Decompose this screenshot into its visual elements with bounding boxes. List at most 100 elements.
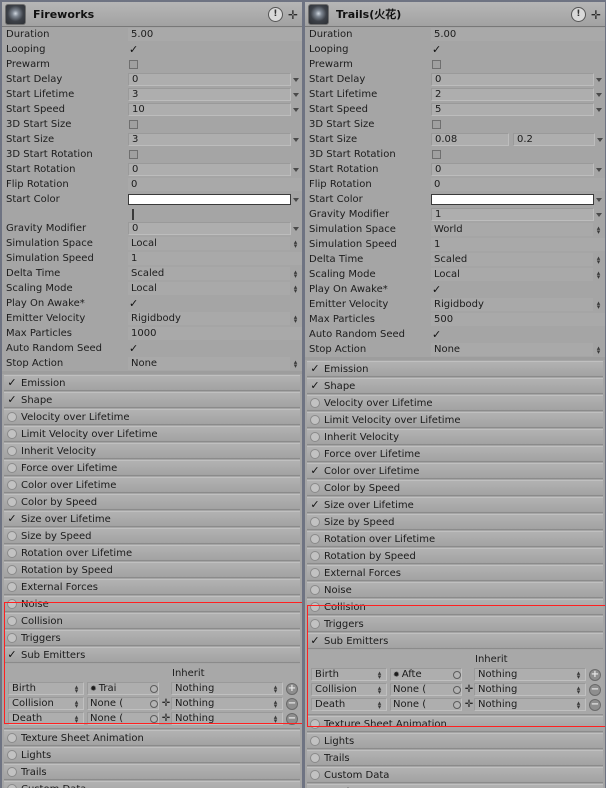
module-checkbox-unchecked[interactable] [7, 599, 17, 609]
object-picker-icon[interactable] [453, 670, 461, 679]
module-row-emission[interactable]: ✓ Emission [307, 361, 603, 377]
updown-arrows-icon[interactable]: ▴ ▾ [376, 669, 383, 680]
checkbox-unchecked[interactable] [432, 150, 441, 159]
sub-emitter-inherit-dropdown[interactable]: Nothing ▴ ▾ [474, 668, 586, 681]
module-checkbox-unchecked[interactable] [7, 548, 17, 558]
add-cross-icon[interactable]: ✛ [161, 698, 171, 709]
module-row-shape[interactable]: ✓ Shape [307, 378, 603, 394]
value-input-max[interactable]: 0.2 [513, 133, 595, 146]
sub-emitter-type-dropdown[interactable]: Birth ▴ ▾ [311, 668, 387, 681]
module-checkbox-unchecked[interactable] [310, 449, 320, 459]
module-row-limit-velocity-over-lifetime[interactable]: Limit Velocity over Lifetime [4, 426, 300, 442]
module-checkbox-checked[interactable]: ✓ [310, 465, 320, 476]
module-checkbox-unchecked[interactable] [7, 412, 17, 422]
module-checkbox-unchecked[interactable] [7, 616, 17, 626]
updown-arrows-icon[interactable]: ▴ ▾ [292, 313, 299, 324]
module-checkbox-unchecked[interactable] [310, 602, 320, 612]
updown-arrows-icon[interactable]: ▴ ▾ [272, 698, 279, 709]
value-input[interactable]: 0 [128, 163, 291, 176]
module-checkbox-unchecked[interactable] [310, 770, 320, 780]
value-input[interactable]: 0 [431, 163, 594, 176]
module-checkbox-unchecked[interactable] [7, 429, 17, 439]
module-checkbox-unchecked[interactable] [7, 446, 17, 456]
module-row-sub-emitters[interactable]: ✓ Sub Emitters [307, 633, 603, 649]
checkbox-unchecked[interactable] [129, 120, 138, 129]
chevron-down-icon[interactable] [596, 197, 602, 202]
checkbox-checked[interactable]: ✓ [129, 343, 138, 354]
add-sub-emitter-button[interactable]: + [286, 682, 298, 695]
module-checkbox-unchecked[interactable] [7, 582, 17, 592]
checkbox-checked[interactable]: ✓ [129, 298, 138, 309]
module-checkbox-checked[interactable]: ✓ [7, 394, 17, 405]
module-row-size-by-speed[interactable]: Size by Speed [4, 528, 300, 544]
value-input[interactable]: 0 [128, 222, 291, 235]
chevron-down-icon[interactable] [293, 226, 299, 231]
sub-emitter-object-field[interactable]: None ( [390, 683, 462, 696]
module-row-renderer[interactable]: ✓Renderer [307, 784, 603, 788]
remove-sub-emitter-button[interactable]: − [589, 683, 601, 696]
sub-emitter-inherit-dropdown[interactable]: Nothing ▴ ▾ [474, 683, 586, 696]
module-row-external-forces[interactable]: External Forces [4, 579, 300, 595]
module-row-emission[interactable]: ✓ Emission [4, 375, 300, 391]
value-input[interactable]: 3 [128, 88, 291, 101]
updown-arrows-icon[interactable]: ▴ ▾ [595, 269, 602, 280]
updown-arrows-icon[interactable]: ▴ ▾ [595, 299, 602, 310]
module-row-external-forces[interactable]: External Forces [307, 565, 603, 581]
module-checkbox-unchecked[interactable] [7, 633, 17, 643]
module-row-inherit-velocity[interactable]: Inherit Velocity [4, 443, 300, 459]
module-row-color-by-speed[interactable]: Color by Speed [4, 494, 300, 510]
checkbox-checked[interactable]: ✓ [129, 44, 138, 55]
updown-arrows-icon[interactable]: ▴ ▾ [292, 358, 299, 369]
chevron-down-icon[interactable] [293, 107, 299, 112]
sub-emitter-object-field[interactable]: None ( [87, 712, 159, 725]
sub-emitter-object-field[interactable]: None ( [390, 698, 462, 711]
start-color-gradient-bar[interactable] [132, 208, 134, 220]
plus-icon[interactable]: ✛ [288, 9, 298, 21]
remove-sub-emitter-button[interactable]: − [286, 697, 298, 710]
module-checkbox-unchecked[interactable] [7, 750, 17, 760]
module-checkbox-unchecked[interactable] [7, 463, 17, 473]
module-checkbox-unchecked[interactable] [310, 753, 320, 763]
add-cross-icon[interactable]: ✛ [464, 699, 474, 710]
chevron-down-icon[interactable] [293, 77, 299, 82]
module-row-rotation-over-lifetime[interactable]: Rotation over Lifetime [4, 545, 300, 561]
sub-emitter-object-field[interactable]: ✹ Afte [390, 668, 462, 681]
sub-emitter-object-field[interactable]: None ( [87, 697, 159, 710]
panel-header-fireworks[interactable]: Fireworks! ✛ [2, 2, 302, 27]
chevron-down-icon[interactable] [596, 167, 602, 172]
module-row-velocity-over-lifetime[interactable]: Velocity over Lifetime [307, 395, 603, 411]
module-checkbox-checked[interactable]: ✓ [7, 377, 17, 388]
chevron-down-icon[interactable] [596, 77, 602, 82]
value-input[interactable]: 10 [128, 103, 291, 116]
object-picker-icon[interactable] [150, 699, 158, 708]
checkbox-unchecked[interactable] [432, 60, 441, 69]
chevron-down-icon[interactable] [597, 137, 603, 142]
value-input[interactable]: 0 [128, 73, 291, 86]
module-row-color-by-speed[interactable]: Color by Speed [307, 480, 603, 496]
module-checkbox-unchecked[interactable] [310, 736, 320, 746]
value-input[interactable]: 2 [431, 88, 594, 101]
sub-emitter-inherit-dropdown[interactable]: Nothing ▴ ▾ [171, 697, 283, 710]
module-row-limit-velocity-over-lifetime[interactable]: Limit Velocity over Lifetime [307, 412, 603, 428]
add-sub-emitter-button[interactable]: + [589, 668, 601, 681]
sub-emitter-object-field[interactable]: ✹ Trai [87, 682, 159, 695]
chevron-down-icon[interactable] [596, 107, 602, 112]
popup-value[interactable]: Local [128, 282, 290, 295]
object-picker-icon[interactable] [150, 684, 158, 693]
module-checkbox-unchecked[interactable] [310, 432, 320, 442]
sub-emitter-inherit-dropdown[interactable]: Nothing ▴ ▾ [171, 712, 283, 725]
plus-icon[interactable]: ✛ [591, 9, 601, 21]
module-row-force-over-lifetime[interactable]: Force over Lifetime [4, 460, 300, 476]
panel-header-trails[interactable]: Trails(火花)! ✛ [305, 2, 605, 27]
module-checkbox-unchecked[interactable] [310, 719, 320, 729]
updown-arrows-icon[interactable]: ▴ ▾ [272, 683, 279, 694]
updown-arrows-icon[interactable]: ▴ ▾ [376, 684, 383, 695]
checkbox-unchecked[interactable] [432, 120, 441, 129]
add-cross-icon[interactable]: ✛ [464, 684, 474, 695]
popup-value[interactable]: None [431, 343, 593, 356]
info-icon[interactable]: ! [267, 7, 283, 22]
chevron-down-icon[interactable] [596, 92, 602, 97]
module-row-texture-sheet-animation[interactable]: Texture Sheet Animation [4, 730, 300, 746]
updown-arrows-icon[interactable]: ▴ ▾ [575, 699, 582, 710]
start-color-swatch[interactable] [128, 194, 291, 205]
